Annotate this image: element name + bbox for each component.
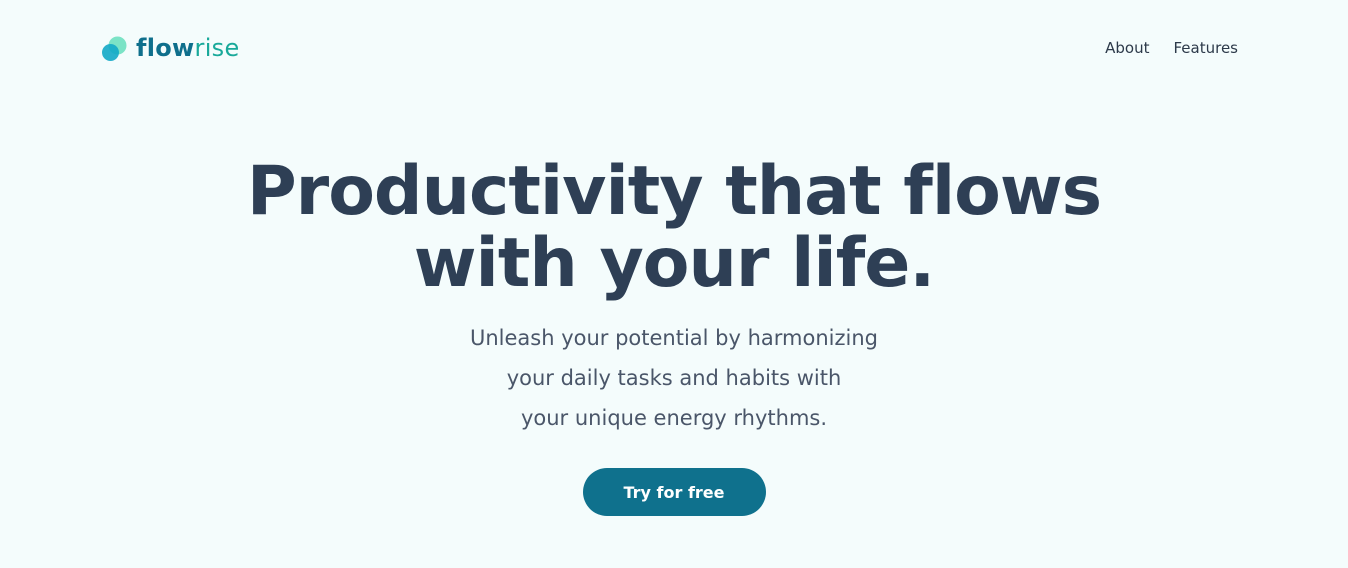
brand-name: flowrise <box>136 33 240 63</box>
site-header: flowrise About Features <box>0 0 1348 96</box>
hero-subtitle-line-1: Unleash your potential by harmonizing <box>469 326 879 350</box>
hero-subtitle: Unleash your potential by harmonizing yo… <box>354 318 994 438</box>
main-nav: About Features <box>1105 38 1238 58</box>
hero-subtitle-line-2: your daily tasks and habits with <box>506 366 842 390</box>
brand-name-flow: flow <box>136 34 195 62</box>
hero-title-line-2: with your life. <box>413 224 936 303</box>
hero-section: Productivity that flows with your life. … <box>0 156 1348 516</box>
brand-name-rise: rise <box>194 34 240 62</box>
two-overlapping-circles-icon <box>101 35 128 62</box>
hero-subtitle-line-3: your unique energy rhythms. <box>520 406 828 430</box>
nav-link-about[interactable]: About <box>1105 38 1149 58</box>
brand-logo[interactable]: flowrise <box>101 33 240 63</box>
hero-title: Productivity that flows with your life. <box>0 156 1348 300</box>
nav-link-features[interactable]: Features <box>1174 38 1239 58</box>
try-for-free-button[interactable]: Try for free <box>582 468 766 516</box>
hero-title-line-1: Productivity that flows <box>246 152 1102 231</box>
